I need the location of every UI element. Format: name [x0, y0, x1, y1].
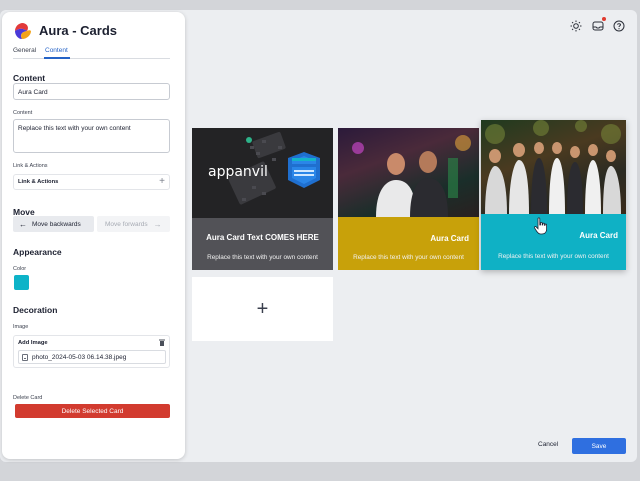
card-3-subtitle: Replace this text with your own content [498, 253, 609, 260]
card-3-title: Aura Card [579, 231, 618, 240]
image-upload-box: Add Image photo_2024-05-03 06.14.38.jpeg [13, 335, 170, 368]
card-3-image [481, 120, 626, 214]
notification-badge [602, 17, 606, 21]
links-label: Link & Actions [13, 163, 48, 169]
card-2-title: Aura Card [430, 234, 469, 243]
file-icon [22, 353, 28, 361]
delete-selected-card-button[interactable]: Delete Selected Card [15, 404, 170, 418]
move-forwards-button[interactable]: Move forwards → [97, 216, 170, 232]
content-label: Content [13, 110, 33, 116]
add-card-button[interactable]: + [192, 277, 333, 341]
card-2-subtitle: Replace this text with your own content [353, 254, 464, 261]
card-1-subtitle: Replace this text with your own content [207, 254, 318, 261]
selected-file[interactable]: photo_2024-05-03 06.14.38.jpeg [18, 350, 166, 364]
card-3-photo [485, 120, 621, 214]
card-2[interactable]: Aura Card Replace this text with your ow… [338, 128, 479, 270]
tab-content[interactable]: Content [45, 47, 68, 54]
card-content-textarea[interactable]: Replace this text with your own content [13, 119, 170, 153]
tab-general[interactable]: General [13, 47, 36, 54]
arrow-left-icon: ← [19, 219, 27, 229]
links-actions-row-label: Link & Actions [18, 179, 59, 185]
trash-icon[interactable] [159, 339, 165, 346]
card-1-logo-text: appanvil [208, 164, 268, 180]
content-heading: Content [13, 73, 46, 83]
aura-logo-icon [15, 23, 31, 39]
card-1[interactable]: appanvil Aura Card Text COMES HERE Repla… [192, 128, 333, 270]
arrow-right-icon: → [153, 219, 162, 229]
card-2-photo [352, 135, 471, 217]
add-link-icon[interactable]: + [159, 176, 165, 187]
active-tab-indicator [44, 57, 70, 59]
move-backwards-label: Move backwards [32, 220, 81, 228]
links-actions-row[interactable]: Link & Actions + [13, 174, 170, 190]
sun-icon[interactable] [570, 20, 582, 32]
card-1-image: appanvil [192, 128, 333, 218]
move-forwards-label: Move forwards [105, 220, 148, 228]
file-name: photo_2024-05-03 06.14.38.jpeg [32, 353, 127, 361]
card-title-input[interactable]: Aura Card [13, 83, 170, 100]
color-swatch[interactable] [14, 275, 29, 290]
color-label: Color [13, 266, 27, 272]
appearance-heading: Appearance [13, 247, 62, 257]
card-1-title: Aura Card Text COMES HERE [206, 233, 319, 242]
save-button[interactable]: Save [572, 438, 626, 454]
settings-panel: Aura - Cards General Content Content Aur… [2, 12, 185, 459]
hand-cursor-icon [533, 217, 547, 235]
delete-card-label: Delete Card [13, 395, 43, 401]
tab-bar: General Content [13, 46, 170, 59]
cancel-button[interactable]: Cancel [538, 441, 558, 448]
move-backwards-button[interactable]: ← Move backwards [13, 216, 94, 232]
app-title: Aura - Cards [39, 23, 118, 38]
help-icon[interactable] [613, 20, 625, 32]
decoration-heading: Decoration [13, 305, 58, 315]
card-2-image [338, 128, 479, 217]
image-label: Image [13, 324, 29, 330]
add-image-label: Add Image [18, 340, 48, 346]
inbox-icon[interactable] [592, 20, 604, 32]
card-3-selected[interactable]: Aura Card Replace this text with your ow… [481, 120, 626, 270]
